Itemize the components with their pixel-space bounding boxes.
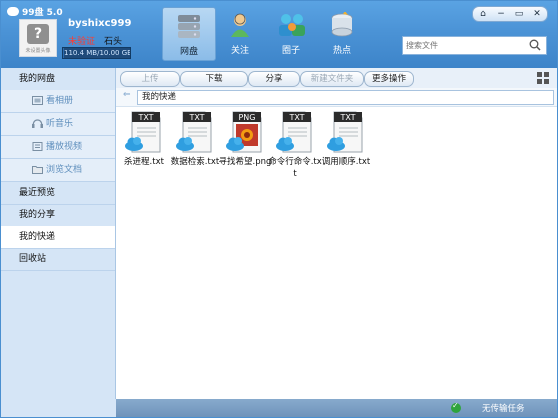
transfer-status[interactable]: 无传输任务 — [482, 402, 525, 414]
sidebar-item-recent-preview[interactable]: 最近预览 — [1, 182, 115, 205]
storage-quota-text: 110.4 MB/10.00 GB — [64, 49, 131, 57]
nav-hotspot-label: 热点 — [332, 46, 351, 56]
svg-text:TXT: TXT — [288, 113, 304, 122]
file-name: 命令行命令.txt — [268, 157, 322, 179]
svg-text:TXT: TXT — [188, 113, 204, 122]
app-logo-icon — [7, 7, 19, 16]
file-item[interactable]: TXT 命令行命令.txt — [268, 110, 322, 188]
sidebar-item-label: 我的网盘 — [19, 74, 56, 84]
file-item[interactable]: TXT 调用顺序.txt — [320, 110, 372, 188]
file-name: 杀进程.txt — [124, 157, 164, 167]
new-folder-button[interactable]: 新建文件夹 — [300, 71, 364, 87]
headphones-icon — [32, 119, 43, 128]
file-name: 寻找希望.png — [218, 157, 272, 167]
status-bar: 无传输任务 — [116, 399, 557, 417]
window-controls: ⌂ − ▭ ✕ — [472, 6, 548, 22]
storage-quota-bar: 110.4 MB/10.00 GB — [62, 47, 131, 59]
search-box — [402, 36, 547, 55]
path-bar: ⇐ 我的快递 — [116, 88, 557, 107]
sidebar-item-documents[interactable]: 浏览文档 — [1, 159, 115, 182]
sidebar-item-recycle-bin[interactable]: 回收站 — [1, 248, 115, 271]
verification-status[interactable]: 未验证 — [68, 34, 95, 47]
sidebar-item-my-express[interactable]: 我的快递 — [1, 226, 115, 249]
nav-circle[interactable]: 圈子 — [265, 7, 317, 59]
sidebar-item-photos[interactable]: 看相册 — [1, 90, 115, 113]
home-icon[interactable]: ⌂ — [474, 7, 492, 21]
app-title: 99盘 5.0 — [22, 8, 63, 18]
file-item[interactable]: TXT 杀进程.txt — [118, 110, 170, 188]
txt-file-cloud-icon: TXT — [276, 111, 312, 153]
search-input[interactable] — [406, 38, 521, 52]
folder-icon — [32, 166, 43, 174]
minimize-button[interactable]: − — [492, 7, 510, 21]
nav-hotspot[interactable]: 热点 — [316, 7, 368, 59]
close-button[interactable]: ✕ — [528, 7, 546, 21]
svg-text:TXT: TXT — [339, 113, 355, 122]
file-area: TXT 杀进程.txt TXT 数据检索.txt PNG 寻找希望.png TX… — [116, 107, 557, 399]
nav-drive[interactable]: 网盘 — [162, 7, 216, 61]
checkmark-icon — [451, 401, 461, 413]
file-name: 调用顺序.txt — [321, 157, 371, 167]
sidebar-item-label: 听音乐 — [46, 119, 74, 129]
sidebar-item-my-drive[interactable]: 我的网盘 — [1, 68, 115, 91]
grid-view-icon[interactable] — [537, 72, 549, 84]
sidebar-item-label: 我的快递 — [19, 232, 56, 242]
upload-button[interactable]: 上传 — [120, 71, 180, 87]
nav-circle-label: 圈子 — [281, 46, 300, 56]
avatar[interactable]: ? 未设置头像 — [19, 19, 57, 57]
app-title-bar: 99盘 5.0 — [7, 5, 63, 18]
video-icon — [32, 142, 43, 151]
download-button[interactable]: 下载 — [180, 71, 248, 87]
sidebar-item-label: 回收站 — [19, 254, 47, 264]
file-item[interactable]: TXT 数据检索.txt — [169, 110, 221, 188]
nav-follow[interactable]: 关注 — [214, 7, 266, 59]
nav-follow-label: 关注 — [230, 46, 249, 56]
sidebar-item-label: 最近预览 — [19, 188, 56, 198]
photo-icon — [32, 96, 43, 105]
status-bar-left — [1, 399, 117, 417]
txt-file-cloud-icon: TXT — [327, 111, 363, 153]
share-button[interactable]: 分享 — [248, 71, 300, 87]
nav-drive-label: 网盘 — [179, 47, 198, 57]
sidebar-item-my-shares[interactable]: 我的分享 — [1, 204, 115, 227]
maximize-button[interactable]: ▭ — [510, 7, 528, 21]
app-window: 99盘 5.0 ? 未设置头像 byshixc999 未验证 石头 110.4 … — [0, 0, 558, 418]
username: byshixc999 — [68, 18, 132, 29]
search-icon[interactable] — [529, 39, 541, 51]
png-file-cloud-icon: PNG — [226, 111, 262, 153]
sidebar-item-label: 浏览文档 — [46, 165, 83, 175]
avatar-caption: 未设置头像 — [25, 48, 51, 54]
follow-icon — [231, 13, 249, 37]
sidebar-item-music[interactable]: 听音乐 — [1, 113, 115, 136]
hotspot-icon — [331, 12, 353, 37]
more-actions-button[interactable]: 更多操作 — [364, 71, 414, 87]
path-field[interactable]: 我的快递 — [137, 90, 554, 105]
svg-text:PNG: PNG — [238, 113, 255, 122]
sidebar-item-label: 看相册 — [46, 96, 74, 106]
circle-icon — [279, 14, 305, 36]
sidebar-item-video[interactable]: 播放视频 — [1, 136, 115, 159]
file-item[interactable]: PNG 寻找希望.png — [219, 110, 271, 188]
svg-text:TXT: TXT — [137, 113, 153, 122]
sidebar-item-label: 播放视频 — [46, 142, 83, 152]
sidebar-item-label: 我的分享 — [19, 210, 56, 220]
txt-file-cloud-icon: TXT — [176, 111, 212, 153]
question-mark-icon: ? — [27, 24, 49, 44]
sidebar: 我的网盘 看相册 听音乐 播放视频 浏览文档 最近预览 我的分享 我的快递 回收… — [1, 68, 116, 399]
back-arrow-icon[interactable]: ⇐ — [123, 90, 131, 100]
header: 99盘 5.0 ? 未设置头像 byshixc999 未验证 石头 110.4 … — [1, 1, 557, 68]
file-name: 数据检索.txt — [170, 157, 220, 167]
user-nickname: 石头 — [104, 37, 123, 47]
drive-icon — [178, 15, 200, 38]
toolbar: 上传 下载 分享 新建文件夹 更多操作 — [116, 68, 557, 88]
txt-file-cloud-icon: TXT — [125, 111, 161, 153]
